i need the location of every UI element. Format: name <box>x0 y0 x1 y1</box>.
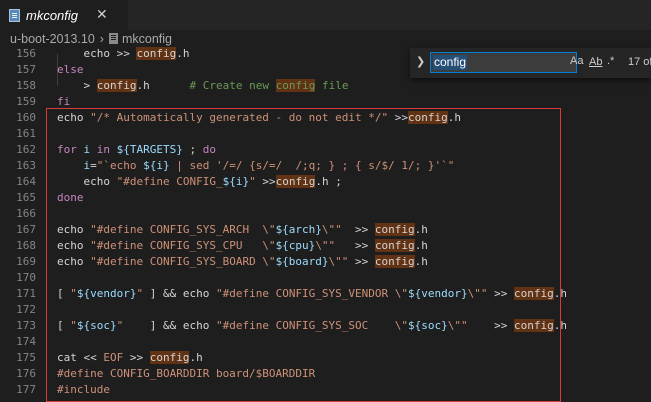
line-number: 172 <box>16 303 36 316</box>
line-number: 165 <box>16 191 36 204</box>
code-line[interactable]: 167 echo "#define CONFIG_SYS_ARCH \"${arc… <box>0 222 651 238</box>
line-number: 177 <box>16 383 36 396</box>
tab-bar: mkconfig ✕ <box>0 0 651 30</box>
code-line[interactable]: 161 <box>0 126 651 142</box>
code-text[interactable]: fi <box>57 94 70 110</box>
breadcrumb-file[interactable]: mkconfig <box>122 32 172 46</box>
line-number: 163 <box>16 159 36 172</box>
line-number: 173 <box>16 319 36 332</box>
code-line[interactable]: 163 i="`echo ${i} | sed '/=/ {s/=/ /;q; … <box>0 158 651 174</box>
code-text[interactable]: #define CONFIG_BOARDDIR board/$BOARDDIR <box>57 366 315 382</box>
code-text[interactable]: echo "#define CONFIG_${i}" >>config.h ; <box>57 174 342 190</box>
chevron-right-icon[interactable]: ❯ <box>416 55 425 68</box>
code-text[interactable]: echo >> config.h <box>57 46 189 62</box>
code-text[interactable]: for i in ${TARGETS} ; do <box>57 142 216 158</box>
line-number: 168 <box>16 239 36 252</box>
line-number: 175 <box>16 351 36 364</box>
file-text-icon <box>108 33 118 44</box>
line-number: 161 <box>16 127 36 140</box>
code-text[interactable]: i="`echo ${i} | sed '/=/ {s/=/ /;q; } ; … <box>57 158 455 174</box>
code-text[interactable]: echo "#define CONFIG_SYS_ARCH \"${arch}\… <box>57 222 428 238</box>
code-line[interactable]: 166 <box>0 206 651 222</box>
line-number: 162 <box>16 143 36 156</box>
code-line[interactable]: 176 #define CONFIG_BOARDDIR board/$BOARDD… <box>0 366 651 382</box>
code-line[interactable]: 158 > config.h # Create new config file <box>0 78 651 94</box>
breadcrumb: u-boot-2013.10 › mkconfig <box>0 30 651 47</box>
close-icon[interactable]: ✕ <box>96 7 108 23</box>
line-number: 159 <box>16 95 36 108</box>
whole-word-button[interactable]: Ab <box>587 55 604 69</box>
code-line[interactable]: 175 cat << EOF >> config.h <box>0 350 651 366</box>
line-number: 170 <box>16 271 36 284</box>
code-line[interactable]: 172 <box>0 302 651 318</box>
code-text[interactable]: echo "#define CONFIG_SYS_CPU \"${cpu}\""… <box>57 238 428 254</box>
tab-title: mkconfig <box>26 7 79 23</box>
regex-button[interactable]: .* <box>607 55 614 67</box>
breadcrumb-folder[interactable]: u-boot-2013.10 <box>10 32 95 46</box>
code-text[interactable]: done <box>57 190 84 206</box>
file-text-icon <box>9 8 20 22</box>
line-number: 166 <box>16 207 36 220</box>
line-number: 156 <box>16 47 36 60</box>
line-number: 167 <box>16 223 36 236</box>
code-editor[interactable]: 156 echo >> config.h 157 else 158 > config.… <box>0 46 651 400</box>
find-input-value: config <box>433 55 468 70</box>
code-line[interactable]: 160 echo "/* Automatically generated - do… <box>0 110 651 126</box>
code-line[interactable]: 170 <box>0 270 651 286</box>
code-text[interactable]: [ "${vendor}" ] && echo "#define CONFIG_… <box>57 286 567 302</box>
line-number: 171 <box>16 287 36 300</box>
code-text[interactable]: [ "${soc}" ] && echo "#define CONFIG_SYS… <box>57 318 567 334</box>
find-widget: ❯ config Aa Ab .* 17 of <box>410 48 651 78</box>
code-text[interactable]: #include <box>57 382 117 398</box>
code-line[interactable]: 174 <box>0 334 651 350</box>
code-text[interactable]: echo "/* Automatically generated - do no… <box>57 110 461 126</box>
editor-tab-mkconfig[interactable]: mkconfig ✕ <box>0 0 128 30</box>
code-text[interactable]: else <box>57 62 84 78</box>
line-number: 174 <box>16 335 36 348</box>
chevron-right-icon: › <box>99 31 104 46</box>
code-text[interactable]: echo "#define CONFIG_SYS_BOARD \"${board… <box>57 254 428 270</box>
code-line[interactable]: 169 echo "#define CONFIG_SYS_BOARD \"${bo… <box>0 254 651 270</box>
code-line[interactable]: 171 [ "${vendor}" ] && echo "#define CONF… <box>0 286 651 302</box>
line-number: 157 <box>16 63 36 76</box>
line-number: 160 <box>16 111 36 124</box>
line-number: 158 <box>16 79 36 92</box>
find-input[interactable]: config <box>430 52 577 73</box>
line-number: 164 <box>16 175 36 188</box>
code-line[interactable]: 168 echo "#define CONFIG_SYS_CPU \"${cpu}… <box>0 238 651 254</box>
code-text[interactable]: cat << EOF >> config.h <box>57 350 203 366</box>
code-line[interactable]: 162 for i in ${TARGETS} ; do <box>0 142 651 158</box>
line-number: 176 <box>16 367 36 380</box>
code-line[interactable]: 177 #include <box>0 382 651 398</box>
find-result-count: 17 of <box>628 56 651 68</box>
code-line[interactable]: 173 [ "${soc}" ] && echo "#define CONFIG_… <box>0 318 651 334</box>
match-case-button[interactable]: Aa <box>570 55 583 67</box>
code-line[interactable]: 164 echo "#define CONFIG_${i}" >>config.… <box>0 174 651 190</box>
code-text[interactable]: > config.h # Create new config file <box>57 78 348 94</box>
code-line[interactable]: 159 fi <box>0 94 651 110</box>
code-line[interactable]: 165 done <box>0 190 651 206</box>
line-number: 169 <box>16 255 36 268</box>
